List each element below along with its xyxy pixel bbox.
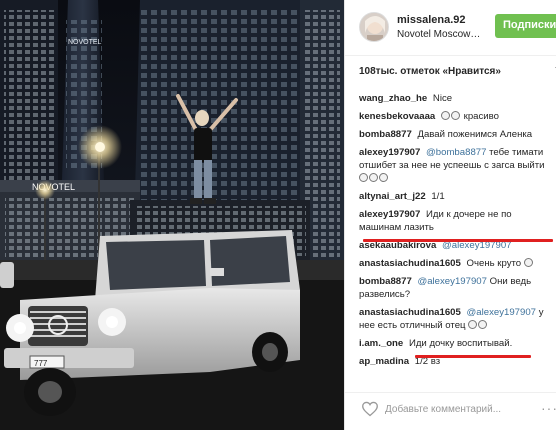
comment: kenesbekovaaaa красиво bbox=[359, 110, 551, 123]
comment-author[interactable]: bomba8877 bbox=[359, 129, 412, 140]
comment: anastasiachudina1605 Очень круто bbox=[359, 257, 551, 270]
avatar-image bbox=[360, 13, 388, 41]
comment-text: Nice bbox=[432, 93, 453, 104]
highlight-underline bbox=[415, 355, 531, 358]
more-icon[interactable]: ··· bbox=[541, 400, 556, 416]
comment: anastasiachudina1605 @alexey197907 у нее… bbox=[359, 306, 551, 332]
comment-mention[interactable]: @bomba8877 bbox=[426, 147, 486, 158]
comment-mention[interactable]: @alexey197907 bbox=[417, 276, 487, 287]
comment-text: Давай поженимся Аленка bbox=[417, 129, 533, 140]
post-header: missalena.92 Novotel Moscow… Подписки bbox=[345, 0, 556, 56]
comment-author[interactable]: i.am._one bbox=[359, 338, 403, 349]
comment: i.am._one Иди дочку воспитывай. bbox=[359, 337, 551, 350]
avatar[interactable] bbox=[359, 12, 389, 42]
follow-button[interactable]: Подписки bbox=[495, 14, 556, 38]
emoji-icon bbox=[359, 173, 368, 182]
night-city-photo: NOVOTEL NOVOTEL bbox=[0, 0, 344, 430]
comment-author[interactable]: kenesbekovaaaa bbox=[359, 111, 435, 122]
comment-author[interactable]: wang_zhao_he bbox=[359, 93, 427, 104]
comment: alexey197907 Иди к дочере не по машинам … bbox=[359, 208, 551, 234]
license-plate: 777 bbox=[34, 359, 48, 368]
comment: alexey197907 @bomba8877 тебе тимати отши… bbox=[359, 146, 551, 185]
comment-author[interactable]: ap_madina bbox=[359, 356, 409, 367]
comment-text: 1/1 bbox=[431, 191, 445, 202]
tower-sign: NOVOTEL bbox=[68, 39, 102, 46]
comment-text: Иди дочку воспитывай. bbox=[408, 338, 513, 349]
highlight-underline bbox=[363, 239, 553, 242]
comment-mention[interactable]: @alexey197907 bbox=[467, 307, 537, 318]
comment-text: Очень круто bbox=[466, 258, 522, 269]
comment-text: красиво bbox=[463, 111, 499, 122]
post-photo[interactable]: NOVOTEL NOVOTEL bbox=[0, 0, 344, 430]
comment-author[interactable]: anastasiachudina1605 bbox=[359, 258, 461, 269]
emoji-icon bbox=[478, 320, 488, 329]
comment-author[interactable]: altynai_art_j22 bbox=[359, 191, 426, 202]
comment-author[interactable]: bomba8877 bbox=[359, 276, 412, 287]
comment-composer: Добавьте комментарий... ··· bbox=[345, 392, 556, 430]
comments-list: wang_zhao_he Nice kenesbekovaaaa красиво… bbox=[359, 92, 551, 373]
comment-author[interactable]: alexey197907 bbox=[359, 147, 420, 158]
location-link[interactable]: Novotel Moscow… bbox=[397, 29, 480, 40]
emoji-icon bbox=[468, 320, 478, 329]
post-sidebar: missalena.92 Novotel Moscow… Подписки 10… bbox=[344, 0, 556, 430]
comment: altynai_art_j22 1/1 bbox=[359, 190, 551, 203]
emoji-icon bbox=[450, 111, 460, 120]
emoji-icon bbox=[440, 111, 450, 120]
heart-icon[interactable] bbox=[361, 401, 379, 422]
comment: bomba8877 @alexey197907 Они ведь развели… bbox=[359, 275, 551, 301]
emoji-icon bbox=[369, 173, 378, 182]
comment-author[interactable]: alexey197907 bbox=[359, 209, 420, 220]
comment: wang_zhao_he Nice bbox=[359, 92, 551, 105]
username-link[interactable]: missalena.92 bbox=[397, 14, 466, 26]
comment-author[interactable]: anastasiachudina1605 bbox=[359, 307, 461, 318]
likes-count[interactable]: 108тыс. отметок «Нравится» bbox=[359, 66, 501, 77]
emoji-icon bbox=[523, 258, 533, 267]
emoji-icon bbox=[379, 173, 388, 182]
comment: bomba8877 Давай поженимся Аленка bbox=[359, 128, 551, 141]
add-comment-input[interactable]: Добавьте комментарий... bbox=[385, 404, 501, 415]
